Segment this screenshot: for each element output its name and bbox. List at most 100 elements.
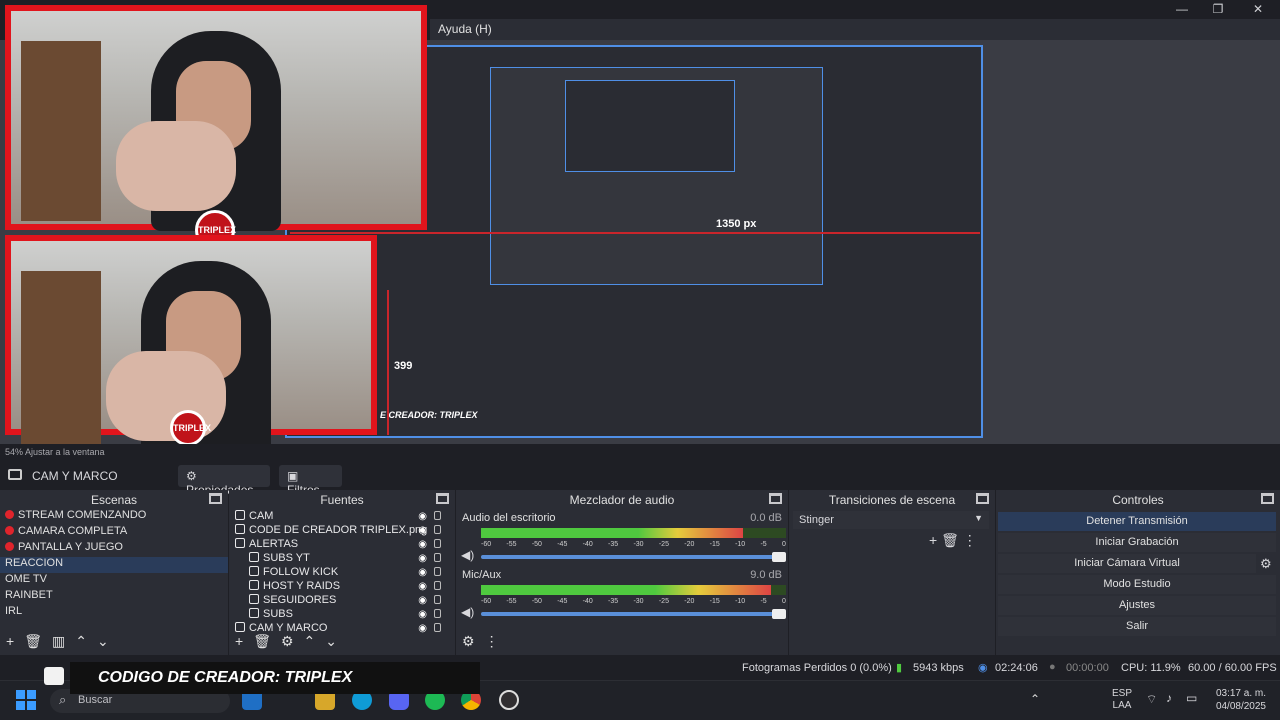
control-button[interactable]: Salir	[998, 617, 1276, 636]
minimize-button[interactable]: —	[1172, 2, 1192, 18]
visibility-eye-icon[interactable]: ◉	[418, 539, 427, 550]
trash-icon[interactable]: 🗑	[24, 633, 42, 649]
obs-icon[interactable]	[499, 690, 519, 710]
scene-item[interactable]: IRL	[0, 605, 228, 621]
close-button[interactable]: ✕	[1248, 2, 1268, 18]
dock-float-icon[interactable]	[1261, 493, 1274, 504]
source-item[interactable]: HOST Y RAIDS ◉	[229, 580, 455, 594]
down-icon[interactable]: ⌄	[97, 633, 109, 649]
visibility-eye-icon[interactable]: ◉	[418, 525, 427, 536]
lock-icon[interactable]	[434, 525, 441, 534]
zoom-bar[interactable]: 54% Ajustar a la ventana	[0, 444, 1280, 462]
scene-item[interactable]: REACCION	[0, 557, 228, 573]
scene-item-label: PANTALLA Y JUEGO	[18, 541, 123, 553]
volume-meter	[481, 528, 786, 538]
visibility-eye-icon[interactable]: ◉	[418, 609, 427, 620]
dock-float-icon[interactable]	[769, 493, 782, 504]
properties-button[interactable]: ⚙ Propiedades	[178, 465, 270, 497]
source-item-label: CAM	[249, 510, 274, 522]
language-indicator[interactable]: ESP LAA	[1112, 688, 1132, 712]
filter-icon[interactable]: ▥	[52, 633, 65, 649]
dock-float-icon[interactable]	[436, 493, 449, 504]
source-item[interactable]: ALERTAS ◉	[229, 538, 455, 552]
visibility-eye-icon[interactable]: ◉	[418, 511, 427, 522]
lock-icon[interactable]	[434, 581, 441, 590]
source-item[interactable]: SUBS YT ◉	[229, 552, 455, 566]
control-button[interactable]: Detener Transmisión	[998, 512, 1276, 531]
volume-slider[interactable]	[481, 552, 786, 562]
lock-icon[interactable]	[434, 623, 441, 632]
fps: 60.00 / 60.00 FPS	[1188, 662, 1277, 674]
battery-icon[interactable]: ▭	[1186, 691, 1197, 705]
mixer-channel-name: Mic/Aux	[462, 569, 502, 581]
speaker-icon[interactable]: ◀)	[461, 548, 474, 562]
visibility-eye-icon[interactable]: ◉	[418, 581, 427, 592]
scenes-dock: Escenas STREAM COMENZANDO CAMARA COMPLETA…	[0, 490, 228, 655]
source-item[interactable]: SEGUIDORES ◉	[229, 594, 455, 608]
volume-slider[interactable]	[481, 609, 786, 619]
lock-icon[interactable]	[434, 567, 441, 576]
tray-chevron-icon[interactable]: ⌃	[1030, 692, 1040, 706]
meter-tick-label: -25	[658, 541, 669, 548]
wifi-icon[interactable]: ⌔	[1146, 692, 1157, 707]
windows-start-icon[interactable]	[16, 690, 36, 710]
gear-icon[interactable]: ⚙	[281, 633, 294, 649]
add-icon[interactable]: +	[929, 532, 937, 548]
lock-icon[interactable]	[434, 595, 441, 604]
visibility-eye-icon[interactable]: ◉	[418, 553, 427, 564]
menu-icon[interactable]: ⋮	[963, 532, 977, 548]
guide-line-v	[387, 290, 389, 435]
scene-item[interactable]: CAMARA COMPLETA	[0, 525, 228, 541]
up-icon[interactable]: ⌃	[75, 633, 87, 649]
meter-ticks: -60 -55 -50 -45 -40 -35 -30 -25 -20 -15 -10 -5 0	[481, 598, 786, 608]
lock-icon[interactable]	[434, 511, 441, 520]
volume-slider-handle[interactable]	[772, 609, 786, 619]
trash-icon[interactable]: 🗑	[941, 532, 959, 548]
source-item[interactable]: FOLLOW KICK ◉	[229, 566, 455, 580]
lock-icon[interactable]	[434, 553, 441, 562]
lock-icon[interactable]	[434, 609, 441, 618]
sources-title: Fuentes	[229, 490, 455, 509]
dock-float-icon[interactable]	[209, 493, 222, 504]
scene-item[interactable]: OME TV	[0, 573, 228, 589]
zoom-label[interactable]: 54% Ajustar a la ventana	[5, 447, 105, 457]
source-list: CAM ◉ CODE DE CREADOR TRIPLEX.png ◉ ALERTAS ◉…	[229, 510, 455, 636]
source-item-label: FOLLOW KICK	[263, 566, 339, 578]
meter-tick-label: -20	[684, 598, 695, 605]
source-item[interactable]: CODE DE CREADOR TRIPLEX.png ◉	[229, 524, 455, 538]
scene-item[interactable]: STREAM COMENZANDO	[0, 509, 228, 525]
visibility-eye-icon[interactable]: ◉	[418, 595, 427, 606]
live-dot-icon	[5, 542, 14, 551]
filters-button[interactable]: ▣ Filtros	[279, 465, 342, 497]
folder-icon	[8, 469, 22, 480]
menu-icon[interactable]: ⋮	[485, 633, 499, 649]
down-icon[interactable]: ⌄	[325, 633, 337, 649]
source-item-label: ALERTAS	[249, 538, 299, 550]
scene-item[interactable]: RAINBET	[0, 589, 228, 605]
gear-icon[interactable]: ⚙	[1260, 556, 1272, 572]
maximize-button[interactable]: ❐	[1208, 2, 1228, 18]
meter-tick-label: -25	[658, 598, 669, 605]
source-item[interactable]: SUBS ◉	[229, 608, 455, 622]
source-item[interactable]: CAM ◉	[229, 510, 455, 524]
scene-item[interactable]: PANTALLA Y JUEGO	[0, 541, 228, 557]
clock[interactable]: 03:17 a. m. 04/08/2025	[1210, 687, 1266, 713]
lock-icon[interactable]	[434, 539, 441, 548]
dock-float-icon[interactable]	[976, 493, 989, 504]
control-button[interactable]: Iniciar Grabación	[998, 533, 1276, 552]
add-icon[interactable]: +	[6, 633, 14, 649]
up-icon[interactable]: ⌃	[304, 633, 316, 649]
volume-icon[interactable]: ♪	[1166, 691, 1172, 705]
visibility-eye-icon[interactable]: ◉	[418, 567, 427, 578]
gear-icon[interactable]: ⚙	[462, 633, 475, 649]
control-button[interactable]: Iniciar Cámara Virtual	[998, 554, 1256, 573]
trash-icon[interactable]: 🗑	[253, 633, 271, 649]
transition-select[interactable]: Stinger ▼	[793, 511, 989, 529]
source-item-label: SUBS	[263, 608, 293, 620]
add-icon[interactable]: +	[235, 633, 243, 649]
menu-help[interactable]: Ayuda (H)	[438, 22, 492, 36]
control-button[interactable]: Modo Estudio	[998, 575, 1276, 594]
control-button[interactable]: Ajustes	[998, 596, 1276, 615]
speaker-icon[interactable]: ◀)	[461, 605, 474, 619]
volume-slider-handle[interactable]	[772, 552, 786, 562]
